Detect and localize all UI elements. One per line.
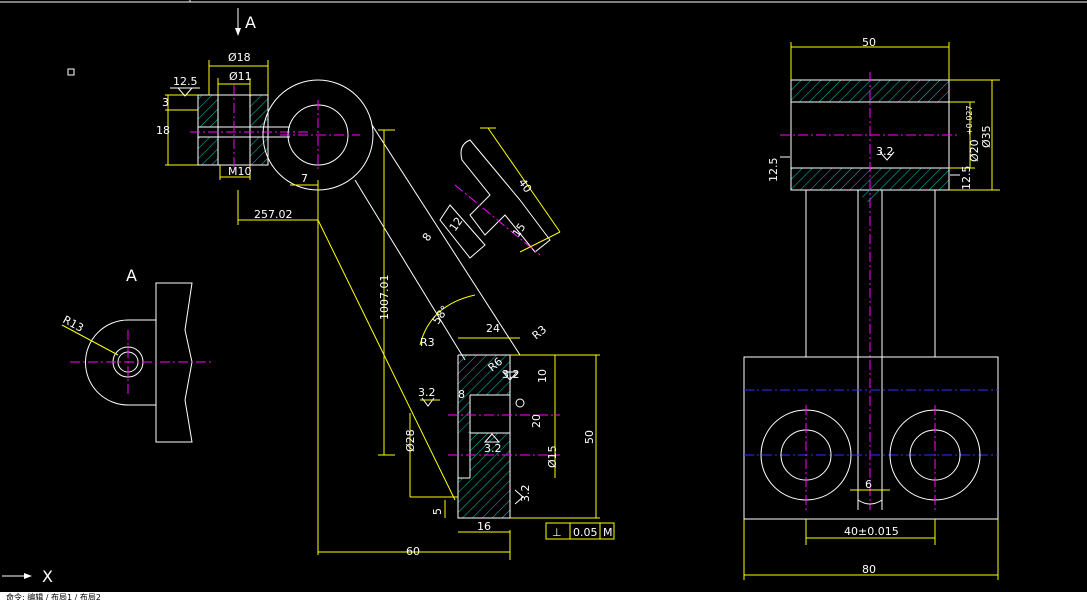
dim-m10: M10 bbox=[228, 165, 252, 178]
tolerance-symbol: ⊥ bbox=[552, 526, 562, 539]
dim-20: 20 bbox=[530, 414, 543, 428]
cad-drawing-canvas[interactable]: A Ø18 Ø11 M10 12.5 3 18 257.02 7 1007.01… bbox=[0, 0, 1087, 600]
dim-80: 80 bbox=[862, 563, 876, 576]
surface-3-2-b: 3.2 bbox=[418, 386, 436, 399]
layout-tabs-text[interactable]: 命令: 编辑 / 布局1 / 布局2 bbox=[6, 592, 101, 600]
view-a-drawing bbox=[61, 282, 212, 443]
pickbox-icon bbox=[67, 68, 75, 76]
dim-50-top: 50 bbox=[862, 36, 876, 49]
dim-r3-left: R3 bbox=[420, 336, 435, 349]
dim-257: 257.02 bbox=[254, 208, 293, 221]
dim-60: 60 bbox=[406, 545, 420, 558]
surface-12-5-right: 12.5 bbox=[960, 166, 973, 191]
side-view-dimensions bbox=[743, 42, 1000, 580]
dim-d15: Ø15 bbox=[546, 445, 559, 468]
dim-tol-up: +0.027 bbox=[965, 105, 974, 135]
side-view bbox=[743, 72, 999, 520]
dim-1007: 1007.01 bbox=[378, 275, 391, 321]
dim-24: 24 bbox=[486, 322, 500, 335]
view-arrow-a bbox=[235, 8, 241, 36]
surface-12-5-left: 12.5 bbox=[767, 158, 780, 183]
ucs-x-label: X bbox=[42, 567, 53, 586]
dim-6: 6 bbox=[865, 478, 872, 491]
surface-3-2-c: 3.2 bbox=[484, 442, 502, 455]
dim-58deg: 58° bbox=[430, 303, 452, 326]
tolerance-value: 0.05 bbox=[573, 526, 598, 539]
surface-3-2-e: 3.2 bbox=[876, 145, 894, 158]
view-a-label: A bbox=[126, 266, 137, 285]
view-arrow-a-label: A bbox=[245, 13, 256, 32]
dim-d18: Ø18 bbox=[228, 51, 251, 64]
dim-16: 16 bbox=[477, 520, 491, 533]
dim-r3-right: R3 bbox=[530, 323, 550, 342]
dim-3: 3 bbox=[162, 96, 169, 109]
ucs-icon bbox=[2, 573, 32, 579]
dim-10: 10 bbox=[536, 369, 549, 383]
surface-3-2-a: 3.2 bbox=[502, 368, 520, 381]
dim-5: 5 bbox=[431, 508, 444, 515]
lever-dimensions bbox=[237, 127, 561, 560]
dim-50-right: 50 bbox=[583, 430, 596, 444]
dim-40-015: 40±0.015 bbox=[844, 525, 899, 538]
surface-3-2-d: 3.2 bbox=[519, 485, 532, 503]
dim-7: 7 bbox=[301, 172, 308, 185]
surface-12-5: 12.5 bbox=[173, 75, 198, 88]
dim-40: 40 bbox=[516, 176, 535, 195]
dim-d28: Ø28 bbox=[404, 429, 417, 452]
section-boss-view bbox=[190, 85, 310, 175]
dim-d11: Ø11 bbox=[229, 70, 252, 83]
dim-18: 18 bbox=[156, 124, 170, 137]
dim-d35: Ø35 bbox=[980, 125, 993, 148]
layout-tab-strip[interactable] bbox=[0, 592, 1087, 600]
dim-8-lower: 8 bbox=[458, 388, 465, 401]
dim-12: 12 bbox=[447, 215, 466, 234]
tolerance-datum: M bbox=[603, 526, 613, 539]
dim-8: 8 bbox=[420, 231, 435, 244]
